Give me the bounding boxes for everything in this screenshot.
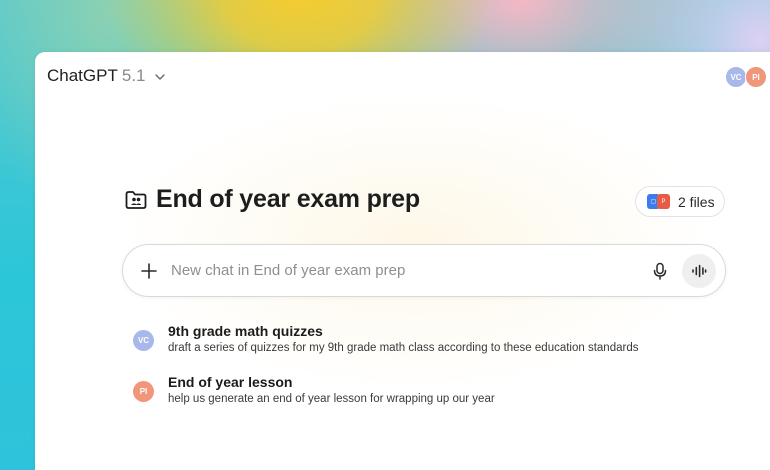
chevron-down-icon <box>154 74 165 80</box>
chat-item[interactable]: PI End of year lesson help us generate a… <box>133 373 693 424</box>
model-selector[interactable]: ChatGPT 5.1 <box>47 66 166 86</box>
chat-item[interactable]: VC 9th grade math quizzes draft a series… <box>133 322 693 373</box>
microphone-icon[interactable] <box>650 261 670 281</box>
chat-text: End of year lesson help us generate an e… <box>168 373 495 407</box>
files-count: 2 files <box>678 193 715 210</box>
plus-icon[interactable] <box>139 261 159 281</box>
pdf-icon: P <box>657 194 670 209</box>
model-version: 5.1 <box>121 66 146 85</box>
chat-avatar: PI <box>133 381 154 402</box>
app-window: ChatGPT 5.1 VC PI End of year exam prep … <box>35 52 770 470</box>
file-icons: ▢ P <box>647 194 670 209</box>
project-title: End of year exam prep <box>156 185 420 213</box>
folder-people-icon <box>124 189 148 211</box>
app-name: ChatGPT <box>47 66 118 85</box>
chat-title: End of year lesson <box>168 374 293 390</box>
voice-waveform-icon <box>692 264 707 278</box>
chat-text: 9th grade math quizzes draft a series of… <box>168 322 638 356</box>
chat-title: 9th grade math quizzes <box>168 323 323 339</box>
chat-input[interactable] <box>171 262 631 279</box>
voice-mode-button[interactable] <box>682 254 716 288</box>
chat-avatar: VC <box>133 330 154 351</box>
avatar-vc[interactable]: VC <box>725 66 747 88</box>
participants[interactable]: VC PI <box>725 66 767 88</box>
project-files-button[interactable]: ▢ P 2 files <box>635 186 725 217</box>
composer <box>122 244 726 297</box>
project-chat-list: VC 9th grade math quizzes draft a series… <box>133 322 693 424</box>
chat-preview: draft a series of quizzes for my 9th gra… <box>168 342 639 354</box>
project-header: End of year exam prep <box>124 185 420 214</box>
chat-preview: help us generate an end of year lesson f… <box>168 393 495 405</box>
avatar-pi[interactable]: PI <box>745 66 767 88</box>
